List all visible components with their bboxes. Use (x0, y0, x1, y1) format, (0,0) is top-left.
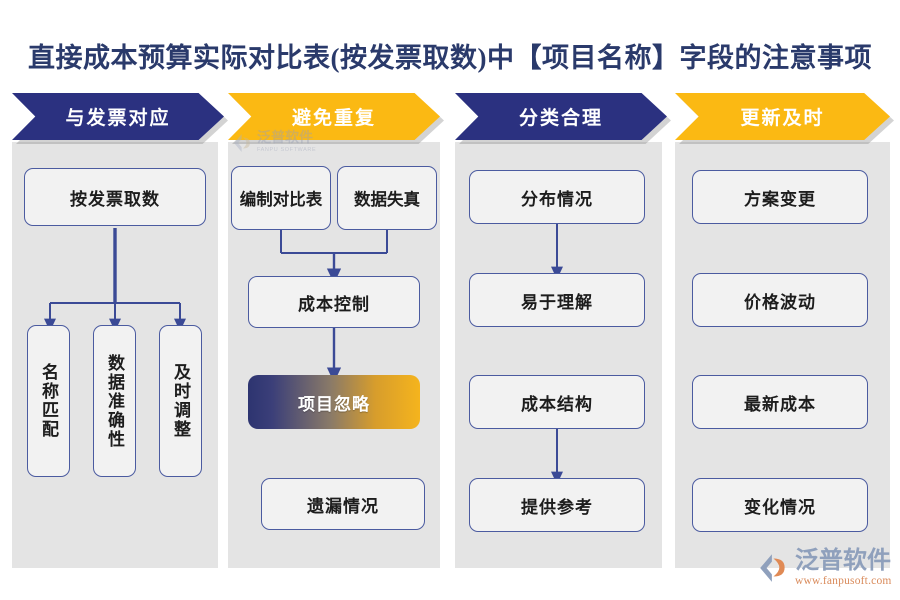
node-label: 名称匹配 (39, 363, 58, 439)
node-c2-n5[interactable]: 遗漏情况 (261, 478, 425, 530)
node-c3-n3[interactable]: 成本结构 (469, 375, 645, 429)
banner-col-2[interactable]: 避免重复 (228, 93, 440, 140)
node-c1-n4[interactable]: 及时调整 (159, 325, 202, 477)
node-label: 价格波动 (744, 292, 816, 312)
node-label: 成本控制 (298, 294, 370, 314)
banner-label-2: 避免重复 (291, 108, 376, 129)
banner-label-1: 与发票对应 (65, 108, 171, 129)
node-c2-n4[interactable]: 项目忽略 (248, 375, 420, 429)
page-title: 直接成本预算实际对比表(按发票取数)中【项目名称】字段的注意事项 (28, 43, 872, 73)
diagram-canvas: 直接成本预算实际对比表(按发票取数)中【项目名称】字段的注意事项 与发票对应 避… (0, 0, 900, 600)
node-c1-n2[interactable]: 名称匹配 (27, 325, 70, 477)
node-c4-n4[interactable]: 变化情况 (692, 478, 868, 532)
node-c2-n2[interactable]: 数据失真 (337, 166, 437, 230)
node-label: 按发票取数 (70, 189, 160, 209)
node-label: 数据失真 (354, 190, 420, 209)
banner-col-4[interactable]: 更新及时 (675, 93, 890, 140)
node-c3-n1[interactable]: 分布情况 (469, 170, 645, 224)
node-c4-n3[interactable]: 最新成本 (692, 375, 868, 429)
node-c4-n2[interactable]: 价格波动 (692, 273, 868, 327)
node-label: 成本结构 (521, 394, 593, 414)
banner-label-3: 分类合理 (518, 108, 603, 129)
node-c1-n1[interactable]: 按发票取数 (24, 168, 206, 226)
node-label: 及时调整 (171, 363, 190, 439)
node-c1-n3[interactable]: 数据准确性 (93, 325, 136, 477)
banner-col-1[interactable]: 与发票对应 (12, 93, 224, 140)
brand-logo: 泛普软件 www.fanpusoft.com (757, 549, 892, 588)
node-c3-n4[interactable]: 提供参考 (469, 478, 645, 532)
node-c3-n2[interactable]: 易于理解 (469, 273, 645, 327)
banner-col-3[interactable]: 分类合理 (455, 93, 667, 140)
node-label: 数据准确性 (105, 353, 124, 449)
node-c2-n1[interactable]: 编制对比表 (231, 166, 331, 230)
node-label: 最新成本 (744, 394, 816, 414)
node-label: 分布情况 (521, 189, 593, 209)
node-label: 编制对比表 (239, 190, 323, 209)
node-label: 提供参考 (521, 497, 593, 517)
node-label: 易于理解 (521, 292, 593, 312)
node-label: 遗漏情况 (307, 496, 379, 516)
brand-logo-text: 泛普软件 www.fanpusoft.com (795, 549, 892, 588)
node-c2-n3[interactable]: 成本控制 (248, 276, 420, 328)
brand-url: www.fanpusoft.com (795, 575, 892, 587)
node-label: 变化情况 (744, 497, 816, 517)
node-c4-n1[interactable]: 方案变更 (692, 170, 868, 224)
brand-name: 泛普软件 (795, 548, 891, 574)
fanpu-logo-icon (760, 554, 785, 583)
node-label: 项目忽略 (298, 394, 370, 414)
node-label: 方案变更 (744, 189, 816, 209)
banner-label-4: 更新及时 (740, 108, 825, 129)
